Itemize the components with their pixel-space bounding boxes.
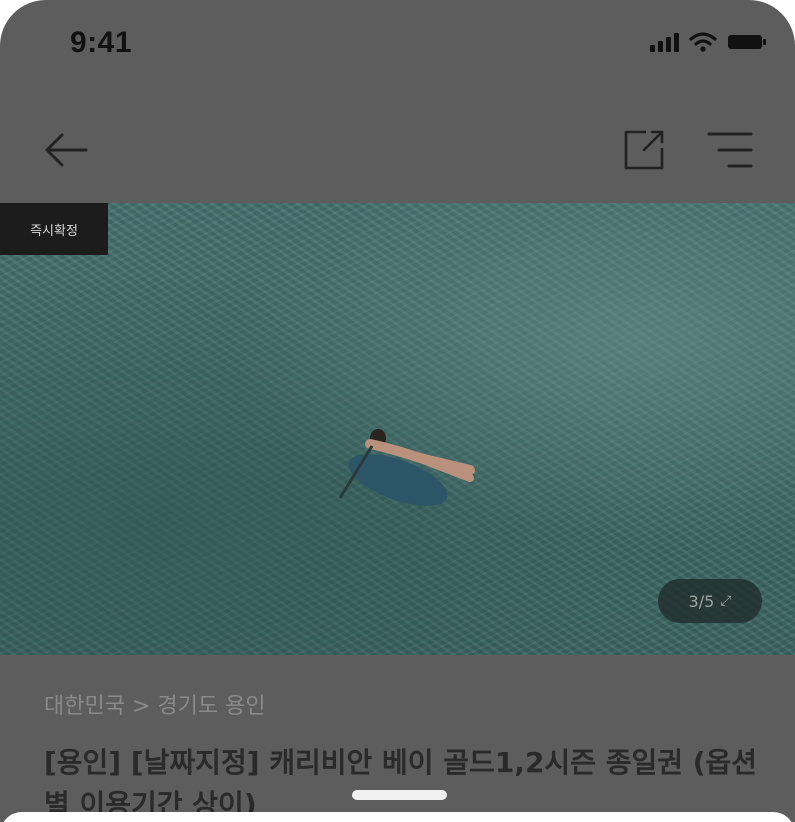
app-screen: 9:41 즉시확정 3/5 ⤢ 대한민국 > 경기도 용인 [용인] [날짜지정… [0, 0, 795, 822]
share-icon [624, 130, 664, 170]
product-image-carousel[interactable]: 즉시확정 3/5 ⤢ [0, 203, 795, 655]
image-counter[interactable]: 3/5 ⤢ [658, 579, 762, 623]
instant-confirm-badge: 즉시확정 [0, 203, 108, 255]
sheet-drag-handle[interactable] [352, 790, 447, 800]
navigation-bar [0, 110, 795, 190]
product-title: [용인] [날짜지정] 캐리비안 베이 골드1,2시즌 종일권 (옵션별 이용기… [44, 746, 758, 821]
share-button[interactable] [620, 126, 668, 174]
menu-icon [707, 132, 753, 168]
status-icons [650, 32, 767, 52]
back-button[interactable] [40, 128, 92, 172]
status-bar: 9:41 [0, 0, 795, 90]
battery-icon [727, 33, 767, 51]
signal-icon [650, 32, 679, 52]
menu-button[interactable] [705, 126, 755, 176]
back-arrow-icon [45, 133, 88, 167]
bottom-sheet[interactable] [0, 812, 795, 822]
swimmer-figure [338, 429, 475, 506]
location-breadcrumb[interactable]: 대한민국 > 경기도 용인 [44, 688, 266, 720]
status-time: 9:41 [70, 26, 133, 59]
expand-icon: ⤢ [720, 593, 732, 609]
wifi-icon [689, 32, 717, 52]
image-counter-text: 3/5 [688, 591, 715, 611]
